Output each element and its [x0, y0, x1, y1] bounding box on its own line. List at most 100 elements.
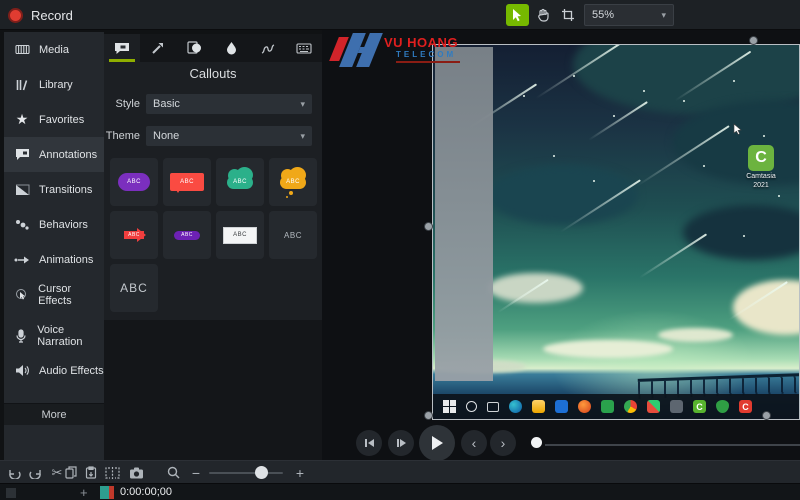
sidebar: Media Library ★ Favorites Annotations Tr… [4, 32, 104, 460]
style-label: Style [115, 98, 140, 110]
record-icon [8, 7, 23, 23]
jump-back-button[interactable]: ‹ [461, 430, 487, 456]
panel-lower-area [104, 320, 326, 460]
sidebar-item-library[interactable]: Library [4, 67, 104, 102]
hand-icon [536, 8, 550, 22]
sidebar-item-label: Annotations [39, 148, 98, 161]
sidebar-item-audio-effects[interactable]: Audio Effects [4, 353, 104, 388]
sidebar-item-transitions[interactable]: Transitions [4, 172, 104, 207]
theme-dropdown[interactable]: None ▾ [146, 126, 312, 146]
selection-handle-left[interactable] [424, 222, 433, 231]
desktop-icon-label: Camtasia 2021 [746, 173, 776, 189]
sidebar-item-favorites[interactable]: ★ Favorites [4, 102, 104, 137]
callout-thumb-plain-text-large[interactable]: ABC [110, 264, 158, 312]
purple-pill-shape: ABC [174, 230, 200, 240]
track-color-teal [100, 486, 109, 499]
sidebar-item-annotations[interactable]: Annotations [4, 137, 104, 172]
callout-thumb-text-box[interactable]: ABC [216, 211, 264, 259]
annotation-tab-strip [104, 34, 322, 62]
style-row: Style Basic ▾ [104, 94, 322, 114]
sidebar-item-label: Voice Narration [37, 323, 83, 348]
selection-handle-bottom-left[interactable] [424, 411, 433, 420]
timeline-zoom-slider-track[interactable] [209, 472, 283, 474]
callout-thumb-purple-rounded[interactable]: ABC [110, 158, 158, 206]
cursor-tool-button[interactable] [506, 4, 529, 26]
chevron-left-icon: ‹ [471, 435, 477, 451]
selection-handle-bottom[interactable] [762, 411, 771, 420]
more-label: More [41, 408, 67, 421]
task-view-icon [487, 401, 499, 412]
crop-tool-button[interactable] [556, 4, 579, 26]
sidebar-item-voice-narration[interactable]: Voice Narration [4, 318, 104, 353]
previous-frame-button[interactable] [356, 430, 382, 456]
screenshot-button[interactable] [124, 461, 148, 484]
sidebar-item-behaviors[interactable]: Behaviors [4, 207, 104, 242]
motion-arrow-icon [14, 255, 30, 265]
callout-thumb-pill[interactable]: ABC [163, 211, 211, 259]
open-window-edge [435, 47, 493, 381]
undo-icon [7, 467, 21, 479]
theme-row: Theme None ▾ [104, 126, 322, 146]
camtasia-icon: C [748, 145, 774, 171]
transition-icon [14, 184, 30, 196]
tab-keystrokes[interactable] [286, 34, 322, 62]
video-preview[interactable]: C Camtasia 2021 C C [432, 44, 800, 420]
timeline-zoom-slider-handle[interactable] [255, 466, 268, 479]
timeline-header[interactable]: + 0:00:00;00 [0, 483, 800, 500]
tab-callouts[interactable] [104, 34, 141, 62]
plus-icon: + [295, 464, 305, 481]
playhead-marker[interactable] [109, 486, 114, 499]
sidebar-item-animations[interactable]: Animations [4, 242, 104, 277]
purple-rounded-shape: ABC [118, 173, 150, 191]
selection-handle-top[interactable] [749, 36, 758, 45]
callout-thumb-thought-cloud[interactable]: ABC [269, 158, 317, 206]
zoom-level-value: 55% [592, 9, 615, 21]
step-forward-icon [396, 438, 407, 448]
record-button[interactable]: Record [8, 4, 73, 26]
record-label: Record [31, 7, 73, 23]
watermark-line1: VU HOANG [384, 35, 459, 50]
split-button[interactable] [100, 461, 124, 484]
preview-scrubber-handle[interactable] [531, 437, 542, 448]
undo-button[interactable] [4, 461, 24, 484]
zoom-out-button[interactable]: − [188, 461, 204, 484]
timeline-zoom-button[interactable] [162, 461, 184, 484]
cloud-light [543, 340, 673, 358]
redo-button[interactable] [26, 461, 46, 484]
style-dropdown[interactable]: Basic ▾ [146, 94, 312, 114]
jump-forward-button[interactable]: › [490, 430, 516, 456]
split-icon [104, 466, 120, 479]
copy-button[interactable] [60, 461, 82, 484]
callout-thumb-speech-bubble[interactable]: ABC [163, 158, 211, 206]
tab-sketch-motion[interactable] [249, 34, 285, 62]
tab-blur[interactable] [213, 34, 249, 62]
sidebar-more-button[interactable]: More [4, 403, 104, 425]
sidebar-item-cursor-effects[interactable]: Cursor Effects [4, 277, 104, 312]
camtasia-editor-window: Record 55% ▾ Media Library ★ Favorites A… [0, 0, 800, 500]
add-track-button[interactable]: + [80, 485, 88, 500]
pan-tool-button[interactable] [531, 4, 554, 26]
callout-thumb-cloud[interactable]: ABC [216, 158, 264, 206]
tab-arrows[interactable] [140, 34, 176, 62]
squiggle-icon [260, 42, 275, 55]
step-forward-button[interactable] [388, 430, 414, 456]
paste-button[interactable] [80, 461, 102, 484]
tab-shapes[interactable] [177, 34, 213, 62]
callout-thumb-plain-text[interactable]: ABC [269, 211, 317, 259]
droplet-icon [226, 41, 237, 55]
zoom-level-dropdown[interactable]: 55% ▾ [584, 4, 674, 26]
keyboard-icon [296, 42, 312, 54]
zoom-in-button[interactable]: + [292, 461, 308, 484]
preview-scrubber-track[interactable] [545, 444, 800, 446]
style-value: Basic [153, 98, 180, 110]
shooting-star [638, 233, 708, 279]
cloud-light [733, 280, 799, 335]
play-button[interactable] [419, 425, 455, 461]
chevron-down-icon: ▾ [661, 9, 666, 20]
office-icon [647, 400, 660, 413]
callout-thumb-arrow[interactable]: ABC [110, 211, 158, 259]
camtasia-desktop-icon[interactable]: C Camtasia 2021 [738, 145, 784, 191]
sidebar-item-media[interactable]: Media [4, 32, 104, 67]
camtasia-red-icon: C [739, 400, 752, 413]
previous-frame-icon [364, 438, 375, 448]
